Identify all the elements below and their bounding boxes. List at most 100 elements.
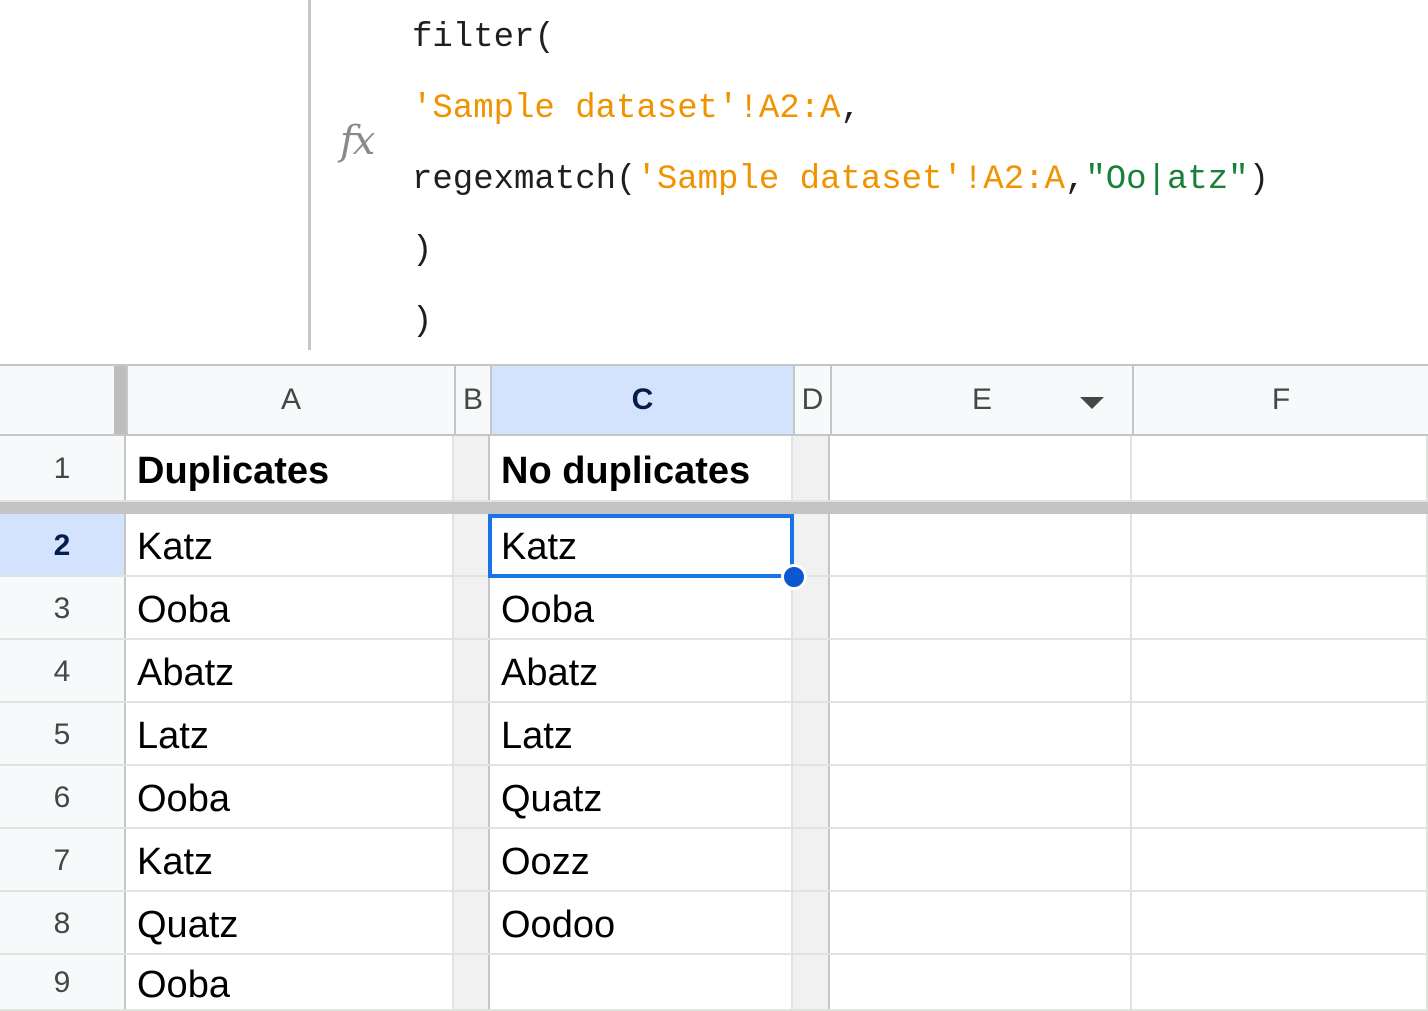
cell-b9[interactable] bbox=[454, 955, 490, 1009]
cell-a4[interactable]: Abatz bbox=[126, 640, 454, 701]
cell-e6[interactable] bbox=[830, 766, 1132, 827]
cell-f8[interactable] bbox=[1132, 892, 1428, 953]
formula-token: ) bbox=[412, 232, 432, 270]
cell-b4[interactable] bbox=[454, 640, 490, 701]
cell-c5[interactable]: Latz bbox=[490, 703, 793, 764]
cell-c3[interactable]: Ooba bbox=[490, 577, 793, 638]
formula-token: , bbox=[1065, 161, 1085, 199]
cell-d1[interactable] bbox=[793, 436, 830, 500]
cell-f5[interactable] bbox=[1132, 703, 1428, 764]
formula-token: regexmatch( bbox=[412, 161, 636, 199]
cell-b6[interactable] bbox=[454, 766, 490, 827]
formula-token: 'Sample dataset'!A2:A bbox=[412, 90, 840, 128]
cell-a9[interactable]: Ooba bbox=[126, 955, 454, 1009]
name-box-divider bbox=[308, 0, 311, 350]
formula-token: filter( bbox=[412, 19, 555, 57]
column-header-row: A B C D E F bbox=[0, 364, 1428, 436]
cell-c2[interactable]: Katz bbox=[490, 514, 793, 575]
cell-d7[interactable] bbox=[793, 829, 830, 890]
formula-line: 'Sample dataset'!A2:A, bbox=[412, 74, 1269, 145]
cell-f9[interactable] bbox=[1132, 955, 1428, 1009]
cell-a8[interactable]: Quatz bbox=[126, 892, 454, 953]
cell-a1[interactable]: Duplicates bbox=[126, 436, 454, 500]
table-row: 8Quatz Oodoo bbox=[0, 892, 1428, 955]
cell-d5[interactable] bbox=[793, 703, 830, 764]
formula-token: "Oo|atz" bbox=[1085, 161, 1248, 199]
column-header-a[interactable]: A bbox=[126, 366, 454, 434]
cell-f3[interactable] bbox=[1132, 577, 1428, 638]
cell-e9[interactable] bbox=[830, 955, 1132, 1009]
formula-input[interactable]: filter('Sample dataset'!A2:A,regexmatch(… bbox=[412, 3, 1269, 358]
table-row: 7Katz Oozz bbox=[0, 829, 1428, 892]
cell-f2[interactable] bbox=[1132, 514, 1428, 575]
cell-b5[interactable] bbox=[454, 703, 490, 764]
select-all-corner[interactable] bbox=[0, 366, 114, 434]
row-header-3[interactable]: 3 bbox=[0, 577, 126, 638]
fill-handle[interactable] bbox=[781, 564, 807, 590]
table-row: 2KatzKatz bbox=[0, 514, 1428, 577]
fx-icon: fx bbox=[340, 118, 373, 164]
cell-a6[interactable]: Ooba bbox=[126, 766, 454, 827]
formula-token: ) bbox=[412, 303, 432, 341]
cell-e2[interactable] bbox=[830, 514, 1132, 575]
table-row: 4AbatzAbatz bbox=[0, 640, 1428, 703]
table-row: 3OobaOoba bbox=[0, 577, 1428, 640]
formula-token: ) bbox=[1249, 161, 1269, 199]
freeze-row-bar[interactable] bbox=[0, 502, 1428, 514]
row-header-1[interactable]: 1 bbox=[0, 436, 126, 500]
cell-a3[interactable]: Ooba bbox=[126, 577, 454, 638]
cell-f7[interactable] bbox=[1132, 829, 1428, 890]
formula-bar: fx filter('Sample dataset'!A2:A,regexmat… bbox=[0, 0, 1428, 364]
formula-token: 'Sample dataset'!A2:A bbox=[636, 161, 1064, 199]
cell-a7[interactable]: Katz bbox=[126, 829, 454, 890]
table-row: 6Ooba Quatz bbox=[0, 766, 1428, 829]
row-header-2[interactable]: 2 bbox=[0, 514, 126, 575]
cell-f6[interactable] bbox=[1132, 766, 1428, 827]
cell-e8[interactable] bbox=[830, 892, 1132, 953]
cell-e7[interactable] bbox=[830, 829, 1132, 890]
formula-token: , bbox=[840, 90, 860, 128]
row-header-9[interactable]: 9 bbox=[0, 955, 126, 1009]
cell-c9[interactable] bbox=[490, 955, 793, 1009]
cell-e3[interactable] bbox=[830, 577, 1132, 638]
row-header-6[interactable]: 6 bbox=[0, 766, 126, 827]
cell-c1[interactable]: No duplicates bbox=[490, 436, 793, 500]
column-header-b[interactable]: B bbox=[454, 366, 490, 434]
table-row: 5LatzLatz bbox=[0, 703, 1428, 766]
cell-d6[interactable] bbox=[793, 766, 830, 827]
cell-b2[interactable] bbox=[454, 514, 490, 575]
row-header-7[interactable]: 7 bbox=[0, 829, 126, 890]
spreadsheet-grid: A B C D E F 1DuplicatesNo duplicates2Kat… bbox=[0, 364, 1428, 1011]
row-header-4[interactable]: 4 bbox=[0, 640, 126, 701]
freeze-column-handle[interactable] bbox=[114, 366, 126, 434]
cell-c4[interactable]: Abatz bbox=[490, 640, 793, 701]
cell-a2[interactable]: Katz bbox=[126, 514, 454, 575]
column-header-e[interactable]: E bbox=[830, 366, 1132, 434]
cell-c8[interactable]: Oodoo bbox=[490, 892, 793, 953]
dropdown-arrow-icon[interactable] bbox=[1080, 397, 1104, 409]
column-header-f[interactable]: F bbox=[1132, 366, 1428, 434]
cell-b3[interactable] bbox=[454, 577, 490, 638]
cell-c6[interactable]: Quatz bbox=[490, 766, 793, 827]
cell-f4[interactable] bbox=[1132, 640, 1428, 701]
cell-b8[interactable] bbox=[454, 892, 490, 953]
column-header-c[interactable]: C bbox=[490, 366, 793, 434]
cell-d8[interactable] bbox=[793, 892, 830, 953]
row-header-5[interactable]: 5 bbox=[0, 703, 126, 764]
cell-c7[interactable]: Oozz bbox=[490, 829, 793, 890]
column-header-d[interactable]: D bbox=[793, 366, 830, 434]
cell-e1[interactable] bbox=[830, 436, 1132, 500]
formula-line: regexmatch('Sample dataset'!A2:A,"Oo|atz… bbox=[412, 145, 1269, 216]
cell-f1[interactable] bbox=[1132, 436, 1428, 500]
cell-d4[interactable] bbox=[793, 640, 830, 701]
cell-b1[interactable] bbox=[454, 436, 490, 500]
cell-b7[interactable] bbox=[454, 829, 490, 890]
cell-e5[interactable] bbox=[830, 703, 1132, 764]
column-header-e-label: E bbox=[972, 383, 992, 416]
cell-d9[interactable] bbox=[793, 955, 830, 1009]
row-header-8[interactable]: 8 bbox=[0, 892, 126, 953]
cell-a5[interactable]: Latz bbox=[126, 703, 454, 764]
cell-e4[interactable] bbox=[830, 640, 1132, 701]
table-row: 1Duplicates No duplicates bbox=[0, 436, 1428, 502]
formula-line: ) bbox=[412, 287, 1269, 358]
